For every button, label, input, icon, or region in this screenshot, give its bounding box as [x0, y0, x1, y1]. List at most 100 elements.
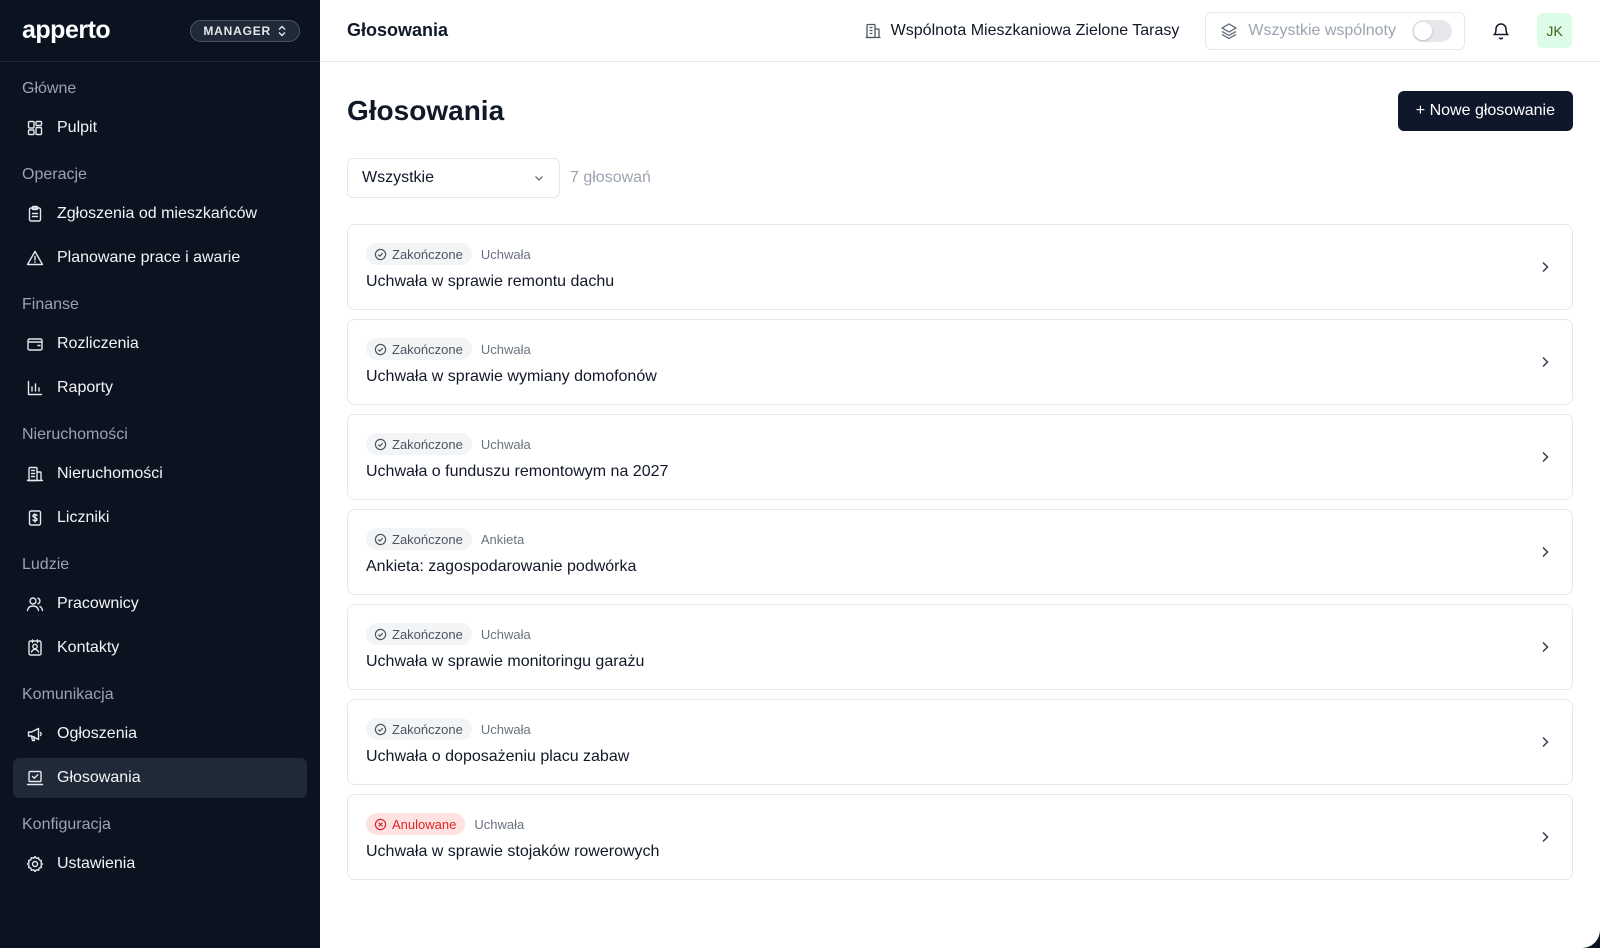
- vote-meta: Zakończone Ankieta: [366, 528, 636, 550]
- clipboard-icon: [28, 205, 42, 222]
- status-filter-select[interactable]: Wszystkie: [347, 158, 560, 198]
- filter-row: Wszystkie 7 głosowań: [347, 158, 1573, 198]
- status-label: Zakończone: [392, 531, 463, 547]
- sidebar-item-rozliczenia[interactable]: Rozliczenia: [13, 324, 307, 364]
- check-circle-icon: [374, 248, 387, 260]
- sidebar-item-ustawienia[interactable]: Ustawienia: [13, 844, 307, 884]
- topbar-title: Głosowania: [347, 20, 449, 40]
- sidebar-header: apperto MANAGER: [0, 0, 320, 62]
- topbar: Głosowania Wspólnota Mieszkaniowa Zielon…: [320, 0, 1600, 62]
- sidebar-section-title: Konfiguracja: [22, 816, 111, 833]
- vote-title: Ankieta: zagospodarowanie podwórka: [366, 558, 637, 575]
- app-logo[interactable]: apperto: [22, 16, 111, 45]
- sidebar-item-kontakty[interactable]: Kontakty: [13, 628, 307, 668]
- vote-card-body: Zakończone Uchwała Uchwała w sprawie remon…: [366, 243, 614, 291]
- status-label: Anulowane: [392, 816, 457, 832]
- chevron-right-icon: [1542, 641, 1549, 653]
- vote-card[interactable]: Zakończone Uchwała Uchwała o funduszu remo…: [347, 414, 1573, 500]
- sidebar-item-pulpit[interactable]: Pulpit: [13, 108, 307, 148]
- sidebar-item-liczniki[interactable]: Liczniki: [13, 498, 307, 538]
- sidebar-item-label: Ustawienia: [57, 855, 136, 872]
- vote-meta: Zakończone Uchwała: [366, 718, 629, 740]
- chevron-right-icon: [1542, 356, 1549, 368]
- wallet-icon: [27, 338, 43, 351]
- chevron-right-icon: [1542, 546, 1549, 558]
- sidebar-item-label: Planowane prace i awarie: [57, 249, 241, 266]
- user-avatar[interactable]: JK: [1537, 13, 1572, 48]
- sidebar-item-nieruchomości[interactable]: Nieruchomości: [13, 454, 307, 494]
- community-selector[interactable]: Wspólnota Mieszkaniowa Zielone Tarasy: [864, 21, 1180, 40]
- chevron-up-down-icon: [278, 25, 286, 36]
- vote-meta: Anulowane Uchwała: [366, 813, 659, 835]
- check-circle-icon: [374, 628, 387, 640]
- new-vote-button[interactable]: + Nowe głosowanie: [1397, 91, 1573, 131]
- sidebar-item-label: Kontakty: [57, 639, 120, 656]
- sidebar-item-label: Rozliczenia: [57, 335, 139, 352]
- check-circle-icon: [374, 723, 387, 735]
- vote-type: Uchwała: [480, 721, 531, 737]
- status-label: Zakończone: [392, 626, 463, 642]
- main-area: Głosowania Wspólnota Mieszkaniowa Zielon…: [320, 0, 1600, 948]
- page-header: Głosowania + Nowe głosowanie: [347, 62, 1573, 158]
- vote-card[interactable]: Anulowane Uchwała Uchwała w sprawie stojak…: [347, 794, 1573, 880]
- vote-type: Uchwała: [480, 341, 531, 357]
- sidebar-item-label: Pulpit: [57, 119, 98, 136]
- warning-icon: [26, 250, 44, 266]
- chevron-right-icon: [1542, 261, 1549, 273]
- vote-title: Uchwała w sprawie stojaków rowerowych: [366, 843, 660, 860]
- vote-title: Uchwała o funduszu remontowym na 2027: [366, 463, 669, 480]
- vote-icon: [26, 770, 44, 786]
- all-communities-switch[interactable]: [1412, 19, 1452, 42]
- building-icon: [26, 466, 44, 482]
- vote-card-body: Zakończone Uchwała Uchwała o funduszu remo…: [366, 433, 668, 481]
- sidebar-item-label: Zgłoszenia od mieszkańców: [57, 205, 258, 222]
- vote-meta: Zakończone Uchwała: [366, 338, 657, 360]
- vote-card[interactable]: Zakończone Ankieta Ankieta: zagospodarowan…: [347, 509, 1573, 595]
- status-badge: Zakończone: [366, 718, 472, 740]
- chevron-right-icon: [1542, 451, 1549, 463]
- status-label: Zakończone: [392, 341, 463, 357]
- sidebar-item-ogłoszenia[interactable]: Ogłoszenia: [13, 714, 307, 754]
- role-label: MANAGER: [203, 23, 271, 38]
- sidebar-item-głosowania[interactable]: Głosowania: [13, 758, 307, 798]
- sidebar-section-title: Nieruchomości: [22, 426, 128, 443]
- sidebar-item-raporty[interactable]: Raporty: [13, 368, 307, 408]
- bell-icon[interactable]: [1491, 21, 1511, 41]
- dashboard-icon: [27, 120, 43, 136]
- check-circle-icon: [374, 533, 387, 545]
- building-icon: [865, 23, 881, 38]
- sidebar-item-label: Pracownicy: [57, 595, 139, 612]
- status-badge: Anulowane: [366, 813, 466, 835]
- status-badge: Zakończone: [366, 623, 472, 645]
- vote-card-body: Zakończone Uchwała Uchwała w sprawie monit…: [366, 623, 644, 671]
- role-switcher[interactable]: MANAGER: [190, 19, 300, 42]
- page-title: Głosowania: [347, 95, 505, 126]
- sidebar-section-title: Ludzie: [22, 556, 70, 573]
- sidebar-item-label: Liczniki: [57, 509, 110, 526]
- community-name: Wspólnota Mieszkaniowa Zielone Tarasy: [890, 21, 1180, 39]
- vote-card-body: Anulowane Uchwała Uchwała w sprawie stojak…: [366, 813, 659, 861]
- vote-title: Uchwała o doposażeniu placu zabaw: [366, 748, 630, 765]
- vote-card[interactable]: Zakończone Uchwała Uchwała w sprawie monit…: [347, 604, 1573, 690]
- sidebar-section-title: Komunikacja: [22, 686, 114, 703]
- vote-meta: Zakończone Uchwała: [366, 243, 614, 265]
- vote-card[interactable]: Zakończone Uchwała Uchwała w sprawie remon…: [347, 224, 1573, 310]
- vote-type: Uchwała: [480, 436, 531, 452]
- sidebar-item-label: Raporty: [57, 379, 114, 396]
- sidebar-item-planowane-prace-i-awarie[interactable]: Planowane prace i awarie: [13, 238, 307, 278]
- sidebar-section-title: Operacje: [22, 166, 87, 183]
- all-communities-toggle[interactable]: Wszystkie wspólnoty: [1205, 11, 1465, 50]
- status-label: Zakończone: [392, 436, 463, 452]
- users-icon: [26, 597, 44, 612]
- content: Głosowania + Nowe głosowanie Wszystkie 7…: [320, 62, 1600, 880]
- vote-title: Uchwała w sprawie monitoringu garażu: [366, 653, 645, 670]
- sidebar-section-title: Główne: [22, 80, 77, 97]
- sidebar-item-pracownicy[interactable]: Pracownicy: [13, 584, 307, 624]
- x-circle-icon: [374, 818, 387, 830]
- sidebar-item-zgłoszenia-od-mieszkańców[interactable]: Zgłoszenia od mieszkańców: [13, 194, 307, 234]
- vote-card[interactable]: Zakończone Uchwała Uchwała o doposażeniu p…: [347, 699, 1573, 785]
- vote-card[interactable]: Zakończone Uchwała Uchwała w sprawie wymia…: [347, 319, 1573, 405]
- chevron-down-icon: [535, 176, 543, 181]
- vote-type: Ankieta: [480, 531, 525, 547]
- sidebar-item-label: Ogłoszenia: [57, 725, 138, 742]
